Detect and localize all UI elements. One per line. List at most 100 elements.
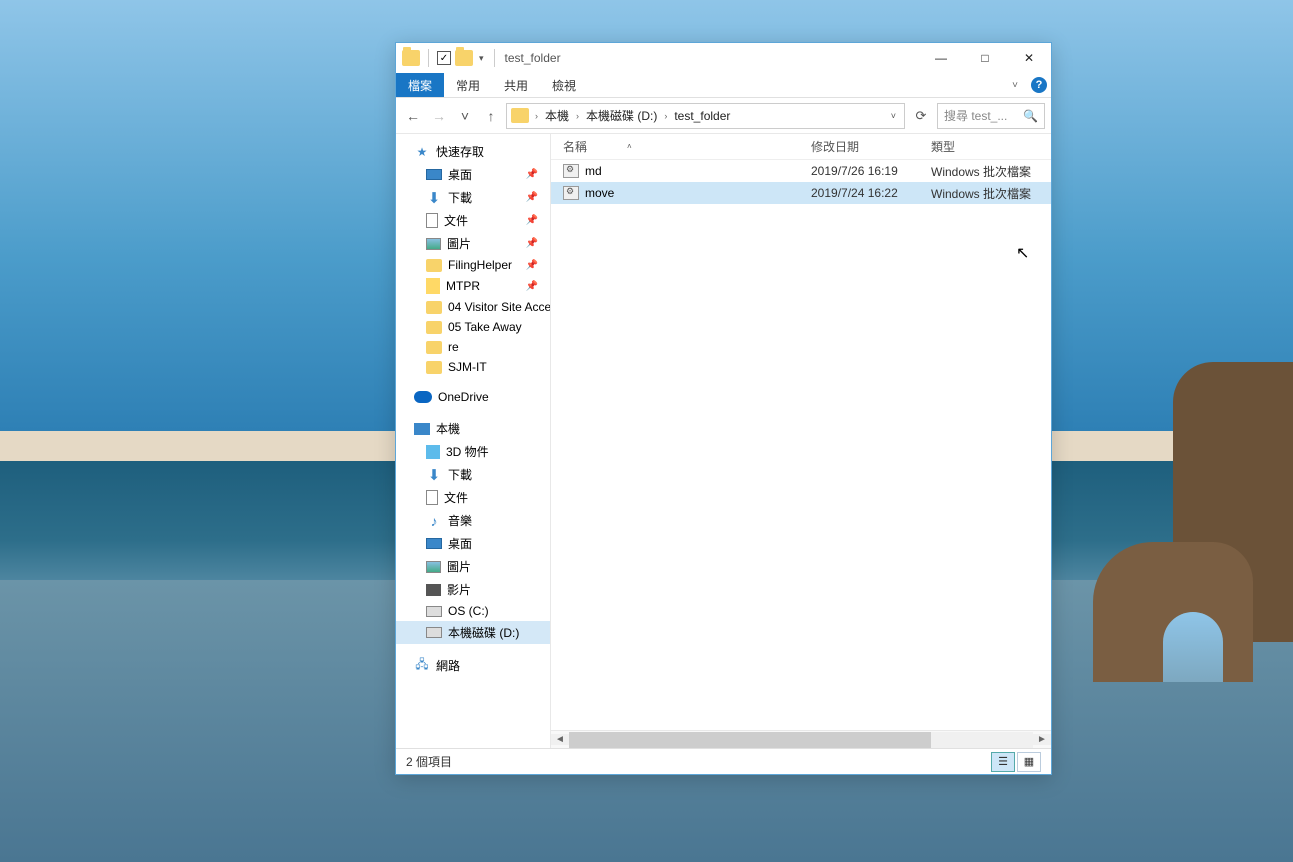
sidebar-item-label: 下載 [448, 466, 472, 483]
qat-dropdown-icon[interactable]: ▾ [479, 53, 484, 64]
file-list[interactable]: md2019/7/26 16:19Windows 批次檔案move2019/7/… [551, 160, 1051, 730]
folder-icon [511, 108, 529, 123]
pin-icon: 📌 [526, 169, 542, 180]
tab-share[interactable]: 共用 [492, 73, 540, 97]
sidebar-network[interactable]: 🖧 網路 [396, 654, 550, 677]
back-button[interactable]: ← [402, 105, 424, 127]
sidebar-item[interactable]: 文件 [396, 486, 550, 509]
sidebar-item[interactable]: 文件 📌 [396, 209, 550, 232]
breadcrumb-segment[interactable]: 本機磁碟 (D:) [583, 107, 660, 124]
sidebar-item-label: re [448, 340, 459, 354]
sidebar-item[interactable]: 影片 [396, 578, 550, 601]
sidebar-item-label: 圖片 [447, 558, 471, 575]
minimize-button[interactable]: — [919, 43, 963, 73]
forward-button[interactable]: → [428, 105, 450, 127]
breadcrumb-segment[interactable]: test_folder [671, 109, 733, 123]
tiles-view-button[interactable]: ▦ [1017, 752, 1041, 772]
desktop-icon [426, 169, 442, 180]
window-controls: — □ ✕ [919, 43, 1051, 73]
sidebar-item-label: 文件 [444, 212, 468, 229]
folder-icon [426, 341, 442, 354]
horizontal-scrollbar[interactable]: ◄ ► [551, 730, 1051, 748]
scroll-track[interactable] [569, 732, 1033, 748]
sidebar-item[interactable]: MTPR📌 [396, 275, 550, 297]
sidebar-onedrive[interactable]: OneDrive [396, 387, 550, 407]
sidebar-item[interactable]: FilingHelper📌 [396, 255, 550, 275]
sidebar-item[interactable]: ♪ 音樂 [396, 509, 550, 532]
tab-view[interactable]: 檢視 [540, 73, 588, 97]
sidebar-label: 網路 [436, 657, 460, 674]
scroll-left-icon[interactable]: ◄ [551, 734, 569, 745]
chevron-icon[interactable]: › [662, 111, 669, 121]
tab-file[interactable]: 檔案 [396, 73, 444, 97]
properties-toggle[interactable]: ✓ [437, 51, 451, 65]
search-placeholder: 搜尋 test_... [944, 107, 1007, 124]
navigation-bar: ← → ˅ ↑ › 本機 › 本機磁碟 (D:) › test_folder ˅… [396, 98, 1051, 134]
doc-icon [426, 490, 438, 505]
close-button[interactable]: ✕ [1007, 43, 1051, 73]
sidebar-item-label: 圖片 [447, 235, 471, 252]
chevron-icon[interactable]: › [533, 111, 540, 121]
ribbon-tabs: 檔案 常用 共用 檢視 ˅ ? [396, 73, 1051, 98]
address-dropdown-icon[interactable]: ˅ [887, 111, 900, 121]
divider [428, 49, 429, 67]
sidebar-item[interactable]: OS (C:) [396, 601, 550, 621]
sidebar-item[interactable]: 04 Visitor Site Acce [396, 297, 550, 317]
navigation-pane[interactable]: ★ 快速存取 桌面📌⬇下載📌文件📌圖片📌FilingHelper📌MTPR📌04… [396, 134, 551, 748]
search-input[interactable]: 搜尋 test_... 🔍 [937, 103, 1045, 129]
sidebar-item-label: 影片 [447, 581, 471, 598]
sidebar-item[interactable]: 圖片📌 [396, 232, 550, 255]
view-switcher: ☰ ▦ [991, 752, 1041, 772]
address-bar[interactable]: › 本機 › 本機磁碟 (D:) › test_folder ˅ [506, 103, 905, 129]
sidebar-item-label: 音樂 [448, 512, 472, 529]
sidebar-item-label: 桌面 [448, 166, 472, 183]
column-type[interactable]: 類型 [931, 138, 1051, 155]
sidebar-item[interactable]: SJM-IT [396, 357, 550, 377]
pic-icon [426, 561, 441, 573]
sidebar-item[interactable]: 圖片 [396, 555, 550, 578]
download-icon: ⬇ [426, 190, 442, 206]
sidebar-item[interactable]: 桌面 📌 [396, 163, 550, 186]
file-date: 2019/7/26 16:19 [811, 164, 931, 178]
sidebar-item[interactable]: ⬇下載 [396, 463, 550, 486]
details-view-button[interactable]: ☰ [991, 752, 1015, 772]
breadcrumb-segment[interactable]: 本機 [542, 107, 572, 124]
sidebar-item[interactable]: 本機磁碟 (D:) [396, 621, 550, 644]
music-icon: ♪ [426, 513, 442, 529]
sidebar-this-pc[interactable]: 本機 [396, 417, 550, 440]
recent-dropdown[interactable]: ˅ [454, 105, 476, 127]
sidebar-label: 快速存取 [436, 143, 484, 160]
sidebar-quick-access[interactable]: ★ 快速存取 [396, 140, 550, 163]
sidebar-item[interactable]: 桌面 [396, 532, 550, 555]
tab-home[interactable]: 常用 [444, 73, 492, 97]
file-row[interactable]: move2019/7/24 16:22Windows 批次檔案 [551, 182, 1051, 204]
file-row[interactable]: md2019/7/26 16:19Windows 批次檔案 [551, 160, 1051, 182]
pin-icon: 📌 [526, 192, 542, 203]
maximize-button[interactable]: □ [963, 43, 1007, 73]
ribbon-expand-button[interactable]: ˅ [1003, 73, 1027, 97]
sidebar-item-label: SJM-IT [448, 360, 487, 374]
help-icon: ? [1031, 77, 1047, 93]
scroll-right-icon[interactable]: ► [1033, 734, 1051, 745]
chevron-icon[interactable]: › [574, 111, 581, 121]
titlebar[interactable]: ✓ ▾ test_folder — □ ✕ [396, 43, 1051, 73]
column-name[interactable]: 名稱˄ [551, 138, 811, 155]
column-date[interactable]: 修改日期 [811, 138, 931, 155]
divider [494, 49, 495, 67]
sidebar-item[interactable]: 05 Take Away [396, 317, 550, 337]
help-button[interactable]: ? [1027, 73, 1051, 97]
sidebar-item[interactable]: 3D 物件 [396, 440, 550, 463]
refresh-button[interactable]: ⟳ [909, 103, 933, 129]
batch-file-icon [563, 164, 579, 178]
file-type: Windows 批次檔案 [931, 185, 1051, 202]
sidebar-label: 本機 [436, 420, 460, 437]
pin-icon: 📌 [526, 215, 542, 226]
video-icon [426, 584, 441, 596]
window-title: test_folder [505, 51, 561, 65]
sidebar-item[interactable]: re [396, 337, 550, 357]
scroll-thumb[interactable] [569, 732, 931, 748]
desktop-icon [426, 538, 442, 549]
sidebar-item[interactable]: ⬇下載📌 [396, 186, 550, 209]
pin-icon: 📌 [526, 260, 542, 271]
up-button[interactable]: ↑ [480, 105, 502, 127]
